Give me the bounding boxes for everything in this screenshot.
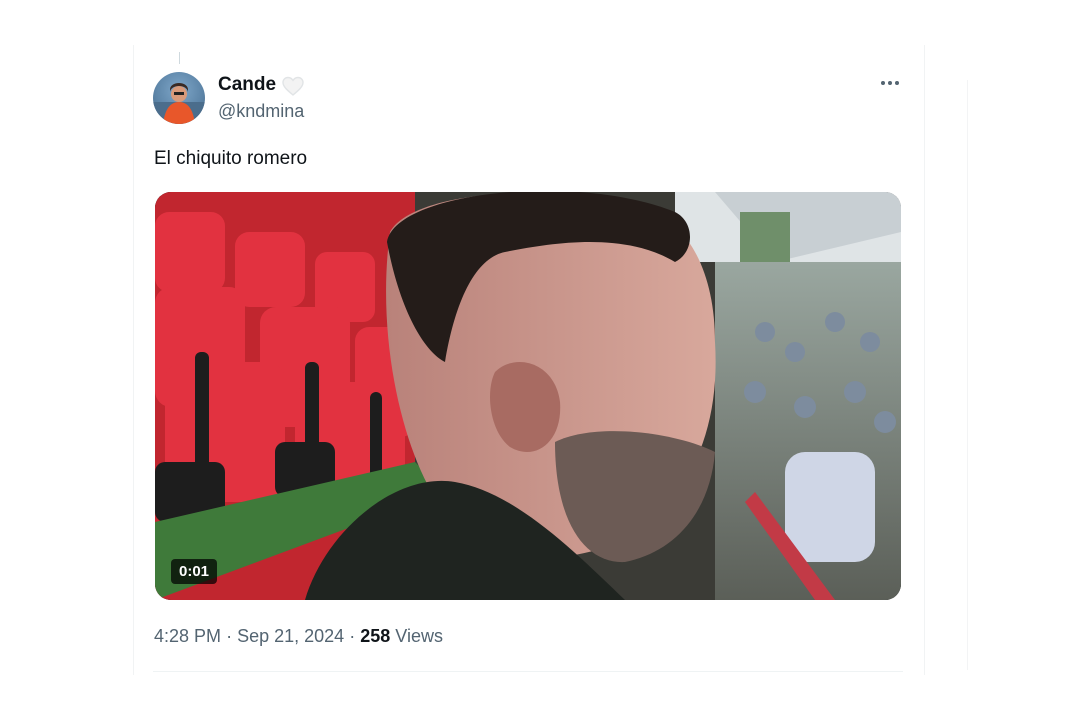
meta-separator-2: · — [349, 626, 356, 646]
video-duration-badge: 0:01 — [171, 559, 218, 584]
tweet-date[interactable]: Sep 21, 2024 — [237, 626, 344, 646]
tweet-text: El chiquito romero — [154, 148, 308, 169]
tweet-meta: 4:28 PM · Sep 21, 2024 · 258 Views — [154, 626, 443, 647]
views-count: 258 — [360, 626, 391, 646]
side-column-edge — [967, 80, 968, 670]
heart-outline-icon — [281, 75, 305, 97]
tweet-divider — [153, 671, 903, 672]
tweet-time[interactable]: 4:28 PM — [154, 626, 221, 646]
avatar[interactable] — [153, 72, 205, 124]
more-dots-icon — [888, 81, 892, 85]
more-dots-icon — [881, 81, 885, 85]
card-border-left — [133, 45, 134, 675]
author-handle[interactable]: @kndmina — [218, 101, 304, 122]
video-player[interactable] — [155, 192, 901, 600]
tweet-page: Cande @kndmina El chiquito romero 0:01 4… — [0, 0, 1080, 721]
display-name[interactable]: Cande — [218, 74, 276, 96]
thread-line — [179, 52, 180, 64]
views-label: Views — [395, 626, 443, 646]
more-dots-icon — [895, 81, 899, 85]
more-options-button[interactable] — [874, 70, 906, 96]
card-border-right — [924, 45, 925, 675]
meta-separator: · — [226, 626, 233, 646]
